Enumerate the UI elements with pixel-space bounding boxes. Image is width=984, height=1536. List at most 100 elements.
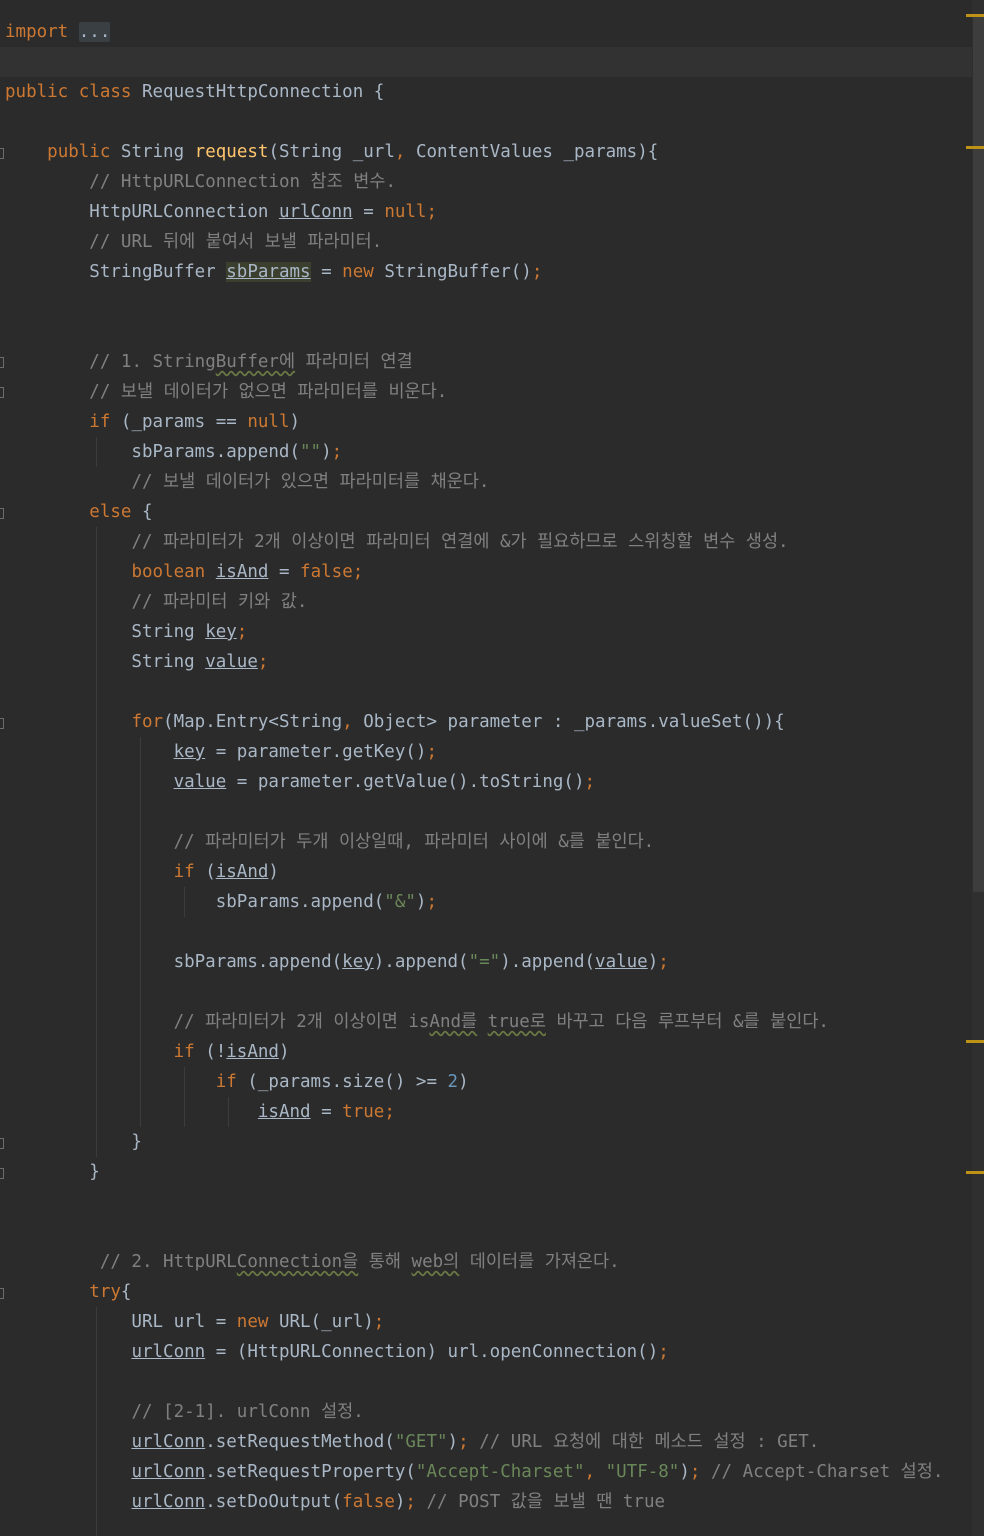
warning-stripe-marker[interactable] bbox=[966, 1040, 984, 1043]
code-token: String bbox=[5, 622, 206, 642]
fold-marker-icon[interactable] bbox=[0, 148, 4, 159]
code-token: ; bbox=[331, 442, 343, 462]
code-line[interactable]: urlConn.setDoOutput(false); // POST 값을 보… bbox=[5, 1487, 977, 1517]
code-line[interactable]: value = parameter.getValue().toString(); bbox=[5, 767, 977, 797]
code-token: sbParams.append( bbox=[5, 442, 301, 462]
folded-imports-button[interactable]: ... bbox=[78, 22, 111, 42]
fold-marker-icon[interactable] bbox=[0, 357, 4, 368]
indent-guide bbox=[140, 737, 141, 1127]
code-token: // [2-1]. urlConn 설정. bbox=[131, 1402, 364, 1422]
code-token: "Accept-Charset" bbox=[415, 1462, 585, 1482]
code-line[interactable]: try{ bbox=[5, 1277, 977, 1307]
code-token: // URL 요청에 대한 메소드 설정 : GET. bbox=[479, 1432, 820, 1452]
code-token: // 보낼 데이터가 없으면 파라미터를 비운다. bbox=[89, 382, 448, 402]
code-line[interactable] bbox=[5, 797, 977, 827]
code-line[interactable] bbox=[5, 1187, 977, 1217]
code-line[interactable]: // 1. StringBuffer에 파라미터 연결 bbox=[5, 347, 977, 377]
code-line[interactable]: else { bbox=[5, 497, 977, 527]
code-token: urlConn bbox=[278, 202, 353, 222]
fold-marker-icon[interactable] bbox=[0, 387, 4, 398]
code-line[interactable]: // 파라미터가 2개 이상이면 파라미터 연결에 &가 필요하므로 스위칭할 … bbox=[5, 527, 977, 557]
code-token: if bbox=[173, 862, 195, 882]
code-line[interactable]: for(Map.Entry<String, Object> parameter … bbox=[5, 707, 977, 737]
code-line[interactable] bbox=[5, 1217, 977, 1247]
code-line[interactable] bbox=[5, 677, 977, 707]
code-line[interactable]: if (_params == null) bbox=[5, 407, 977, 437]
code-token: // 파라미터가 2개 이상이면 파라미터 연결에 &가 필요하므로 스위칭할 … bbox=[131, 532, 789, 552]
code-line[interactable]: key = parameter.getKey(); bbox=[5, 737, 977, 767]
code-line[interactable] bbox=[5, 1367, 977, 1397]
code-line[interactable]: String key; bbox=[5, 617, 977, 647]
code-token: web의 bbox=[411, 1252, 460, 1272]
fold-marker-icon[interactable] bbox=[0, 1138, 4, 1149]
code-line[interactable]: // 파라미터가 2개 이상이면 isAnd를 true로 바꾸고 다음 루프부… bbox=[5, 1007, 977, 1037]
fold-marker-icon[interactable] bbox=[0, 718, 4, 729]
code-line[interactable]: if (!isAnd) bbox=[5, 1037, 977, 1067]
code-line[interactable]: } bbox=[5, 1127, 977, 1157]
code-token: "GET" bbox=[394, 1432, 448, 1452]
code-line[interactable]: // 파라미터가 두개 이상일때, 파라미터 사이에 &를 붙인다. bbox=[5, 827, 977, 857]
code-line[interactable]: // HttpURLConnection 참조 변수. bbox=[5, 167, 977, 197]
code-line[interactable]: } bbox=[5, 1157, 977, 1187]
code-line[interactable] bbox=[5, 47, 977, 77]
code-token: key bbox=[342, 952, 374, 972]
code-token: ; bbox=[426, 742, 437, 762]
code-line[interactable]: sbParams.append(key).append("=").append(… bbox=[5, 947, 977, 977]
code-line[interactable]: // [2-1]. urlConn 설정. bbox=[5, 1397, 977, 1427]
code-token: ; bbox=[405, 1492, 416, 1512]
code-token: null bbox=[247, 412, 290, 432]
fold-marker-icon[interactable] bbox=[0, 1288, 4, 1299]
fold-marker-icon[interactable] bbox=[0, 508, 4, 519]
code-token: // 파라미터 키와 값. bbox=[131, 592, 308, 612]
code-line[interactable]: // 보낼 데이터가 있으면 파라미터를 채운다. bbox=[5, 467, 977, 497]
code-token: (Map.Entry<String bbox=[163, 712, 343, 732]
code-line[interactable] bbox=[5, 287, 977, 317]
warning-stripe-marker[interactable] bbox=[966, 1171, 984, 1174]
code-line[interactable]: // URL 뒤에 붙여서 보낼 파라미터. bbox=[5, 227, 977, 257]
warning-stripe-marker[interactable] bbox=[966, 14, 984, 17]
code-token: "=" bbox=[468, 952, 501, 972]
code-line[interactable]: import ... bbox=[5, 17, 977, 47]
code-line[interactable] bbox=[5, 317, 977, 347]
code-line[interactable]: if (isAnd) bbox=[5, 857, 977, 887]
code-line[interactable]: sbParams.append(""); bbox=[5, 437, 977, 467]
indent-guide bbox=[184, 1067, 185, 1127]
code-token: , bbox=[394, 142, 406, 162]
code-line[interactable]: // 보낼 데이터가 없으면 파라미터를 비운다. bbox=[5, 377, 977, 407]
code-token: { bbox=[120, 1282, 132, 1302]
code-token: true; bbox=[342, 1102, 395, 1122]
code-editor[interactable]: import ... public class RequestHttpConnec… bbox=[0, 0, 984, 1536]
code-line[interactable] bbox=[5, 107, 977, 137]
code-line[interactable]: sbParams.append("&"); bbox=[5, 887, 977, 917]
code-token: "&" bbox=[384, 892, 416, 912]
code-line[interactable]: urlConn = (HttpURLConnection) url.openCo… bbox=[5, 1337, 977, 1367]
code-line[interactable]: // 2. HttpURLConnection을 통해 web의 데이터를 가져… bbox=[5, 1247, 977, 1277]
code-line[interactable]: StringBuffer sbParams = new StringBuffer… bbox=[5, 257, 977, 287]
code-token: // URL 뒤에 붙여서 보낼 파라미터. bbox=[89, 232, 383, 252]
code-token: } bbox=[5, 1162, 100, 1182]
code-token: ) bbox=[415, 892, 427, 912]
code-line[interactable]: isAnd = true; bbox=[5, 1097, 977, 1127]
code-line[interactable]: urlConn.setRequestProperty("Accept-Chars… bbox=[5, 1457, 977, 1487]
code-line[interactable]: String value; bbox=[5, 647, 977, 677]
code-token: ) bbox=[447, 1432, 459, 1452]
warning-stripe-marker[interactable] bbox=[966, 146, 984, 149]
code-token: ) bbox=[289, 412, 301, 432]
code-token: true로 bbox=[487, 1012, 546, 1032]
code-line[interactable]: // 파라미터 키와 값. bbox=[5, 587, 977, 617]
code-token: ) bbox=[268, 862, 279, 882]
code-line[interactable] bbox=[5, 977, 977, 1007]
code-line[interactable]: URL url = new URL(_url); bbox=[5, 1307, 977, 1337]
code-token: urlConn bbox=[131, 1462, 206, 1482]
code-line[interactable]: urlConn.setRequestMethod("GET"); // URL … bbox=[5, 1427, 977, 1457]
code-line[interactable] bbox=[5, 917, 977, 947]
code-line[interactable]: if (_params.size() >= 2) bbox=[5, 1067, 977, 1097]
fold-marker-icon[interactable] bbox=[0, 1168, 4, 1179]
code-line[interactable]: public String request(String _url, Conte… bbox=[5, 137, 977, 167]
code-line[interactable]: boolean isAnd = false; bbox=[5, 557, 977, 587]
code-line[interactable]: public class RequestHttpConnection { bbox=[5, 77, 977, 107]
code-line[interactable]: HttpURLConnection urlConn = null; bbox=[5, 197, 977, 227]
